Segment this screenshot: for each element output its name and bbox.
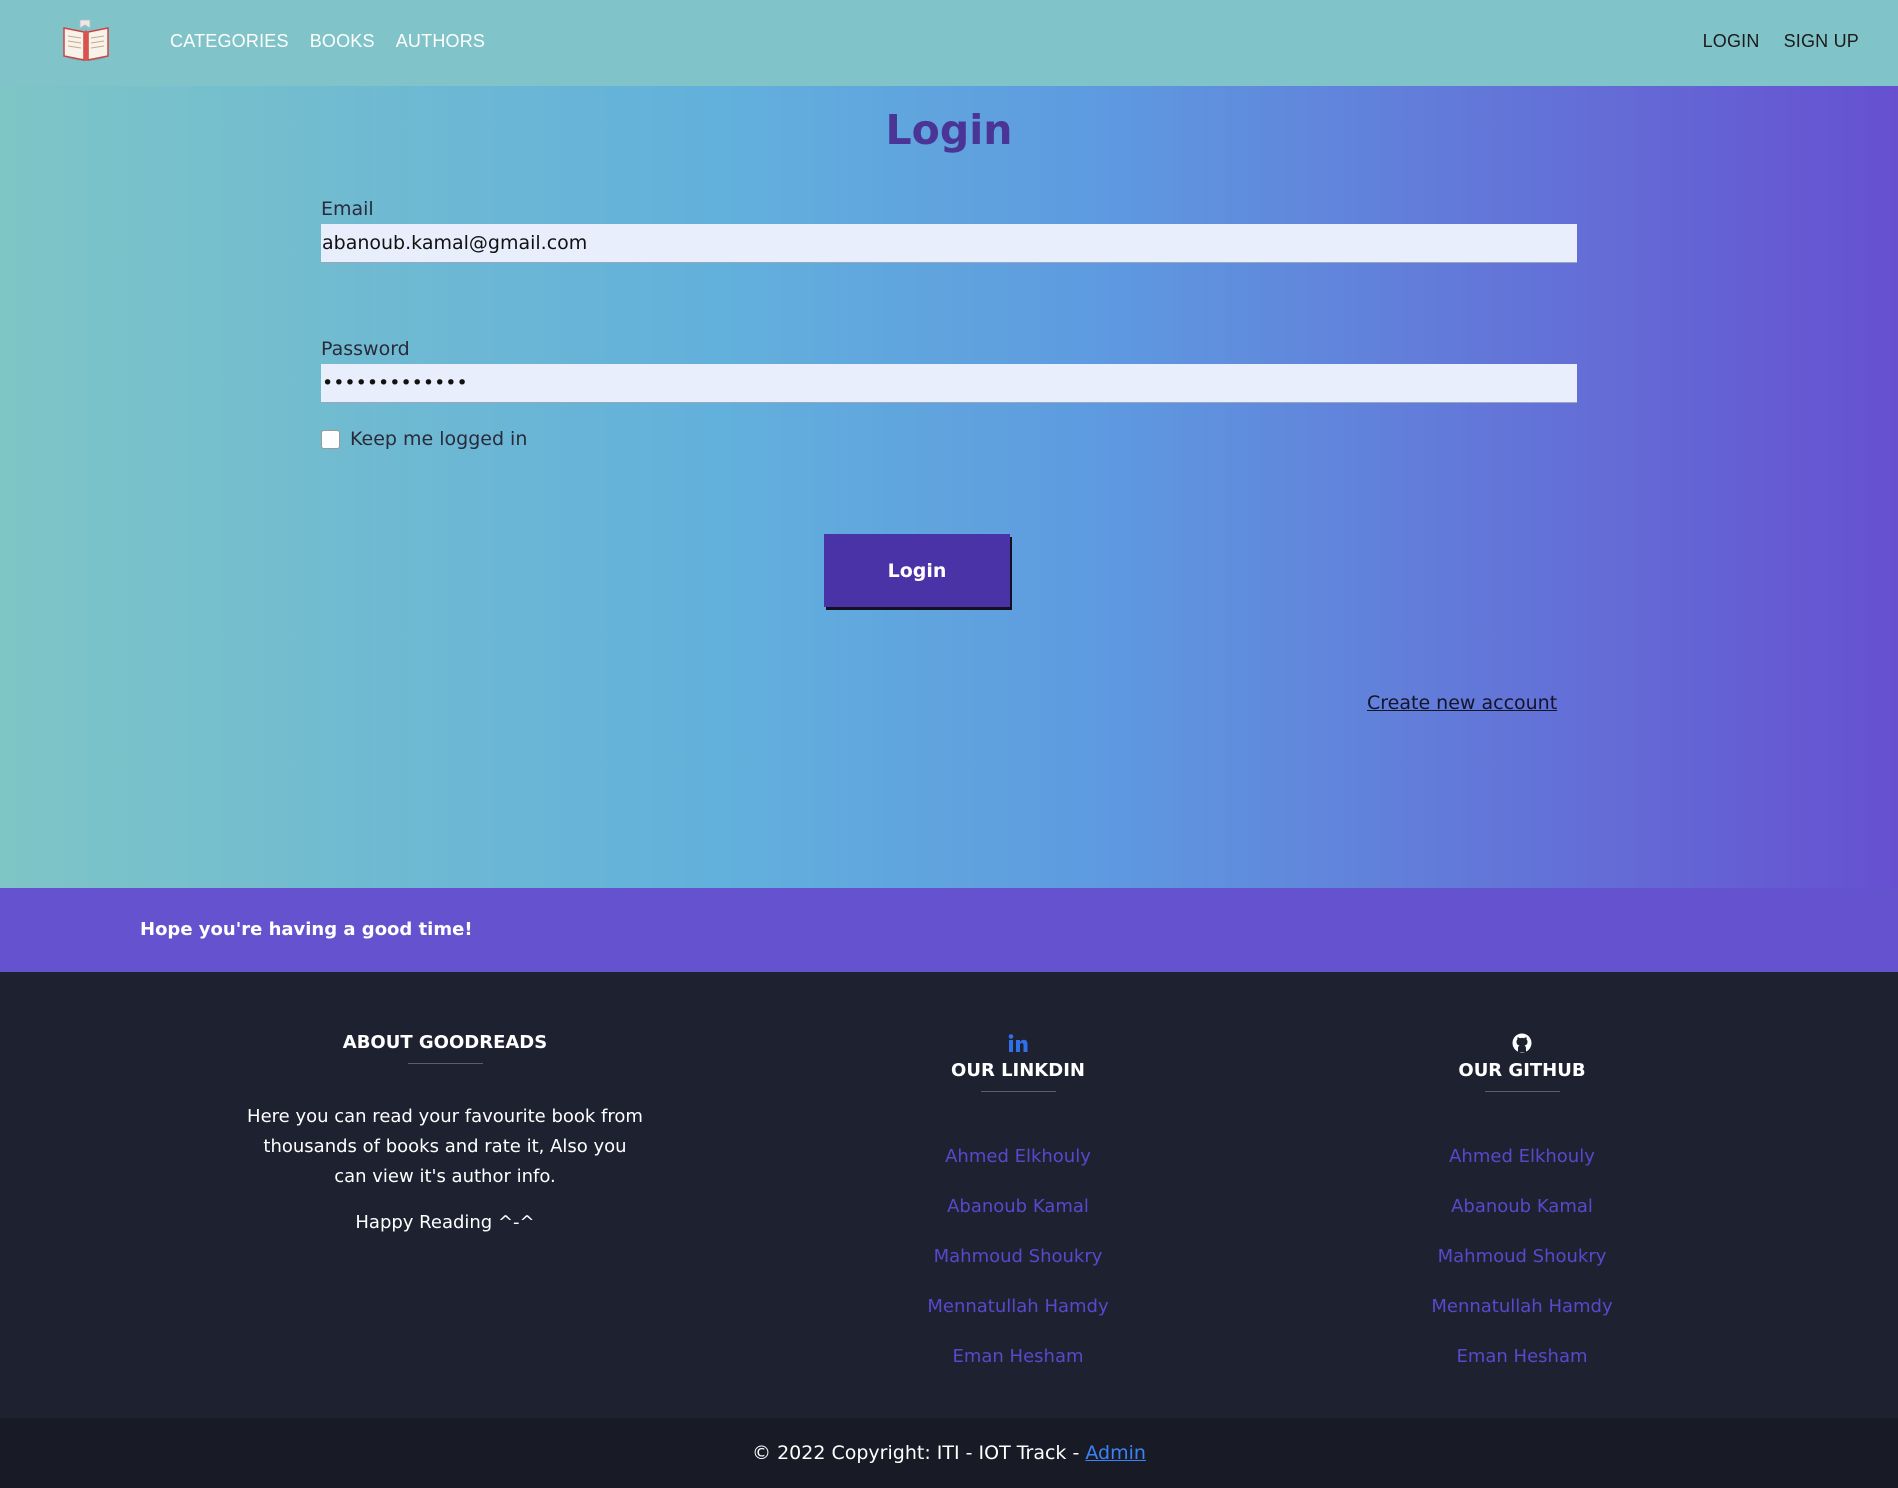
banner-text: Hope you're having a good time!	[140, 919, 473, 940]
admin-link[interactable]: Admin	[1085, 1442, 1146, 1464]
create-account-link[interactable]: Create new account	[1367, 692, 1557, 714]
github-link-eman[interactable]: Eman Hesham	[1372, 1332, 1672, 1382]
remember-me: Keep me logged in	[321, 428, 527, 450]
about-text: Here you can read your favourite book fr…	[247, 1106, 643, 1187]
heading-divider	[407, 1063, 483, 1064]
nav-books-link[interactable]: BOOKS	[310, 31, 375, 52]
linkedin-column: OUR LINKDIN Ahmed Elkhouly Abanoub Kamal…	[868, 972, 1168, 1382]
linkedin-icon	[868, 1032, 1168, 1054]
nav-login-link[interactable]: LOGIN	[1703, 31, 1760, 52]
login-button[interactable]: Login	[824, 534, 1010, 607]
linkedin-link-mennatullah[interactable]: Mennatullah Hamdy	[868, 1282, 1168, 1332]
linkedin-link-ahmed[interactable]: Ahmed Elkhouly	[868, 1132, 1168, 1182]
email-label: Email	[321, 198, 374, 220]
page-title: Login	[885, 106, 1013, 154]
github-list: Ahmed Elkhouly Abanoub Kamal Mahmoud Sho…	[1372, 1132, 1672, 1382]
greeting-banner: Hope you're having a good time!	[0, 888, 1898, 972]
copyright-text: © 2022 Copyright: ITI - IOT Track -	[752, 1442, 1086, 1464]
github-link-mennatullah[interactable]: Mennatullah Hamdy	[1372, 1282, 1672, 1332]
linkedin-link-abanoub[interactable]: Abanoub Kamal	[868, 1182, 1168, 1232]
about-column: ABOUT GOODREADS Here you can read your f…	[245, 972, 645, 1233]
password-label: Password	[321, 338, 410, 360]
nav-categories-link[interactable]: CATEGORIES	[170, 31, 289, 52]
footer: ABOUT GOODREADS Here you can read your f…	[0, 972, 1898, 1418]
happy-reading-text: Happy Reading ^-^	[355, 1212, 535, 1233]
login-section: Login Email Password Keep me logged in L…	[0, 86, 1898, 888]
linkedin-link-mahmoud[interactable]: Mahmoud Shoukry	[868, 1232, 1168, 1282]
github-heading: OUR GITHUB	[1458, 1060, 1586, 1081]
about-heading: ABOUT GOODREADS	[342, 1032, 548, 1053]
github-icon	[1372, 1032, 1672, 1054]
heading-divider	[980, 1091, 1056, 1092]
heading-divider	[1484, 1091, 1560, 1092]
remember-checkbox[interactable]	[321, 429, 340, 449]
auth-nav: LOGIN SIGN UP	[1703, 31, 1859, 52]
github-link-mahmoud[interactable]: Mahmoud Shoukry	[1372, 1232, 1672, 1282]
navbar: CATEGORIES BOOKS AUTHORS LOGIN SIGN UP	[0, 0, 1898, 86]
main-nav: CATEGORIES BOOKS AUTHORS	[170, 31, 485, 52]
github-link-abanoub[interactable]: Abanoub Kamal	[1372, 1182, 1672, 1232]
linkedin-list: Ahmed Elkhouly Abanoub Kamal Mahmoud Sho…	[868, 1132, 1168, 1382]
nav-signup-link[interactable]: SIGN UP	[1784, 31, 1859, 52]
linkedin-link-eman[interactable]: Eman Hesham	[868, 1332, 1168, 1382]
github-column: OUR GITHUB Ahmed Elkhouly Abanoub Kamal …	[1372, 972, 1672, 1382]
password-field[interactable]	[321, 364, 1577, 403]
linkedin-heading: OUR LINKDIN	[951, 1060, 1085, 1081]
nav-authors-link[interactable]: AUTHORS	[396, 31, 485, 52]
email-field[interactable]	[321, 224, 1577, 263]
open-book-icon[interactable]	[60, 16, 112, 66]
github-link-ahmed[interactable]: Ahmed Elkhouly	[1372, 1132, 1672, 1182]
remember-label: Keep me logged in	[350, 428, 528, 450]
copyright-bar: © 2022 Copyright: ITI - IOT Track - Admi…	[0, 1418, 1898, 1488]
